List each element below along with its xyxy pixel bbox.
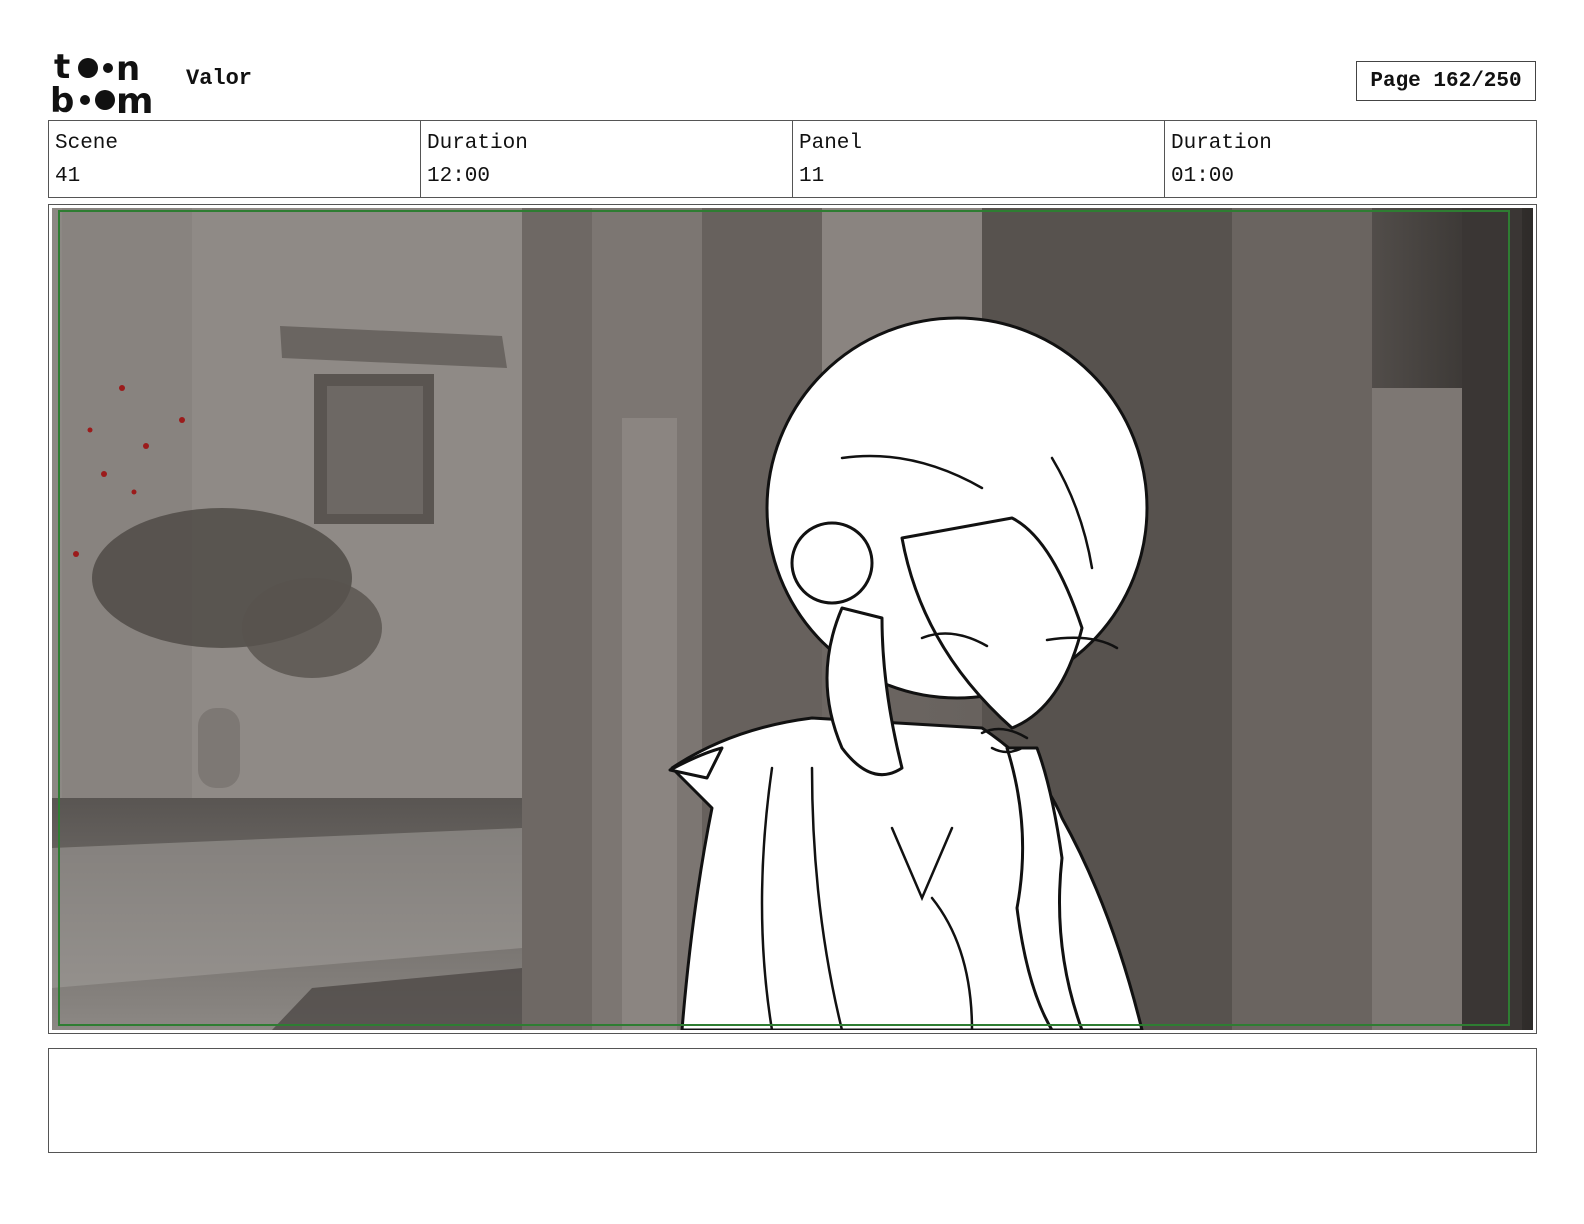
panel-duration-value: 01:00: [1171, 165, 1235, 188]
page-number: Page 162/250: [1356, 61, 1536, 101]
panel-value: 11: [799, 165, 825, 188]
scene-value: 41: [55, 165, 81, 188]
toon-boom-logo: t n b m: [50, 50, 154, 116]
scene-label: Scene: [55, 132, 119, 155]
panel-duration-label: Duration: [1171, 132, 1272, 155]
svg-text:m: m: [116, 81, 154, 116]
storyboard-panel-image: [52, 208, 1533, 1030]
panel-label: Panel: [799, 132, 863, 155]
info-table: Scene 41 Duration 12:00 Panel 11 Duratio…: [48, 120, 1537, 198]
scene-duration-value: 12:00: [427, 165, 491, 188]
scene-cell: Scene 41: [49, 121, 421, 197]
scene-duration-cell: Duration 12:00: [421, 121, 793, 197]
panel-notes-box: [48, 1048, 1537, 1153]
panel-duration-cell: Duration 01:00: [1165, 121, 1536, 197]
scene-duration-label: Duration: [427, 132, 528, 155]
svg-text:b: b: [50, 81, 74, 116]
panel-cell: Panel 11: [793, 121, 1165, 197]
project-title: Valor: [186, 66, 253, 91]
